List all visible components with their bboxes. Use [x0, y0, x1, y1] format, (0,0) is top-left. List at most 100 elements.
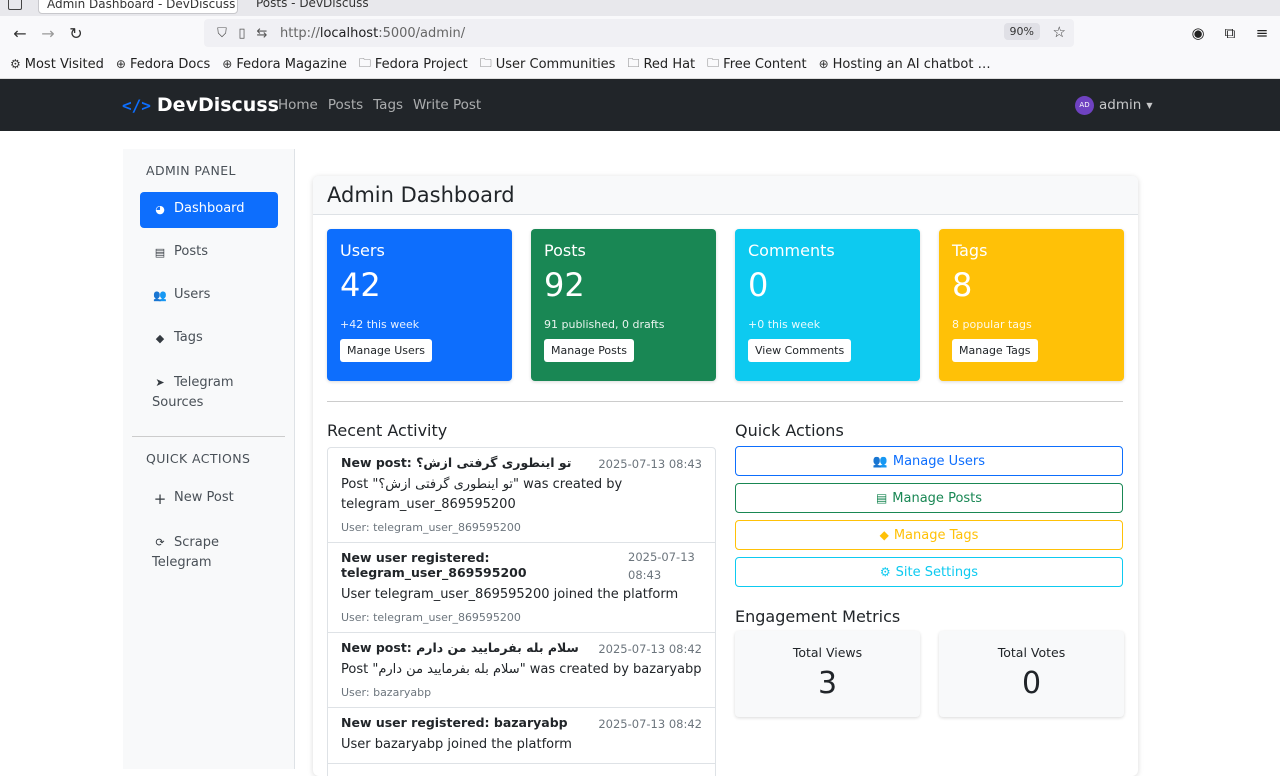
admin-sidebar: ADMIN PANEL ◕ Dashboard ▤ Posts 👥 Users … [123, 149, 295, 769]
brand-logo[interactable]: </> DevDiscuss [122, 94, 279, 116]
stat-subtext: 91 published, 0 drafts [544, 318, 665, 331]
activity-date: 2025-07-13 08:43 [628, 550, 695, 582]
view-comments-button[interactable]: View Comments [748, 339, 852, 362]
list-item[interactable]: New user registered: telegram_user_86959… [328, 543, 715, 633]
stat-card-posts: Posts 92 91 published, 0 drafts Manage P… [531, 229, 716, 381]
sidebar-item-label: Tags [174, 330, 203, 345]
pocket-icon[interactable]: ◉ [1188, 20, 1208, 46]
nav-link-home[interactable]: Home [278, 97, 318, 113]
bookmark-item[interactable]: 🗀 Fedora Project [359, 54, 468, 75]
quick-manage-users-button[interactable]: 👥 Manage Users [735, 446, 1123, 476]
bookmark-label: Red Hat [643, 56, 696, 72]
globe-icon: ⊕ [115, 57, 126, 71]
sidebar-item-label: New Post [174, 490, 234, 505]
stat-card-tags: Tags 8 8 popular tags Manage Tags [939, 229, 1124, 381]
quick-manage-posts-button[interactable]: ▤ Manage Posts [735, 483, 1123, 513]
username: admin [1099, 97, 1142, 113]
activity-user: User: bazaryabp [341, 686, 432, 699]
list-item[interactable]: New user registered: bazaryabp 2025-07-1… [328, 708, 715, 764]
zoom-level[interactable]: 90% [1003, 23, 1040, 40]
sidebar-item-label: ⟳ Scrape Telegram [152, 535, 219, 570]
tags-icon: ◆ [155, 332, 165, 345]
nav-link-tags[interactable]: Tags [373, 97, 403, 113]
activity-title: New post: سلام بله بفرمایید من دارم [341, 640, 579, 655]
window-icon[interactable] [8, 0, 22, 10]
metric-value: 0 [1021, 666, 1042, 701]
bookmark-item[interactable]: 🗀 Red Hat [627, 54, 695, 75]
manage-posts-button[interactable]: Manage Posts [544, 339, 634, 362]
sidebar-item-tags[interactable]: ◆ Tags [140, 321, 278, 357]
engagement-metrics-title: Engagement Metrics [735, 607, 901, 626]
list-item[interactable]: New post: تو اینطوری گرفتی ازش؟ 2025-07-… [328, 448, 715, 543]
forward-arrow-icon[interactable]: → [34, 19, 62, 47]
bookmark-item[interactable]: ⊕ Fedora Docs [116, 57, 210, 72]
sidebar-heading: ADMIN PANEL [146, 163, 236, 178]
gear-icon: ⚙ [10, 57, 21, 71]
folder-icon: 🗀 [707, 55, 720, 70]
bookmark-label: Fedora Project [374, 56, 468, 72]
user-menu[interactable]: AD admin ▼ [1075, 95, 1152, 115]
stat-title: Tags [952, 241, 988, 260]
page-icon[interactable]: ▯ [232, 26, 252, 41]
shield-icon[interactable]: ⛉ [212, 26, 232, 41]
users-icon: 👥 [153, 289, 167, 302]
metric-total-votes: Total Votes 0 [939, 631, 1124, 717]
stat-value: 42 [340, 266, 381, 304]
tags-icon: ◆ [879, 528, 889, 542]
bookmark-item[interactable]: ⊕ Fedora Magazine [222, 57, 347, 72]
folder-icon: 🗀 [627, 55, 640, 70]
list-item[interactable]: New post: سلام بله بفرمایید من دارم 2025… [328, 633, 715, 708]
stat-title: Users [340, 241, 385, 260]
site-settings-button[interactable]: ⚙ Site Settings [735, 557, 1123, 587]
url-text[interactable]: http://localhost:5000/admin/ [280, 26, 465, 41]
quick-manage-tags-button[interactable]: ◆ Manage Tags [735, 520, 1123, 550]
sidebar-item-scrape-telegram[interactable]: ⟳ Scrape Telegram [140, 524, 250, 582]
dashboard-card: Admin Dashboard Users 42 +42 this week M… [313, 176, 1138, 776]
manage-users-button[interactable]: Manage Users [340, 339, 432, 362]
bookmark-item[interactable]: ⚙ Most Visited [10, 57, 104, 72]
plus-icon: + [153, 490, 167, 508]
sidebar-item-label: Dashboard [174, 201, 245, 216]
stat-value: 92 [544, 266, 585, 304]
sidebar-item-new-post[interactable]: + New Post [140, 481, 278, 517]
activity-user: User: telegram_user_869595200 [341, 521, 521, 534]
sidebar-item-posts[interactable]: ▤ Posts [140, 235, 278, 271]
stat-subtext: 8 popular tags [952, 318, 1032, 331]
avatar: AD [1075, 95, 1094, 115]
back-arrow-icon[interactable]: ← [6, 19, 34, 47]
activity-body: Post "تو اینطوری گرفتی ازش؟" was created… [341, 477, 623, 512]
users-icon: 👥 [872, 454, 888, 468]
stat-title: Posts [544, 241, 586, 260]
bookmark-item[interactable]: ⊕ Hosting an AI chatbot … [819, 57, 991, 72]
permissions-icon[interactable]: ⇆ [252, 26, 272, 41]
url-bar[interactable]: ⛉ ▯ ⇆ http://localhost:5000/admin/ 90% ☆ [204, 19, 1074, 47]
browser-tab-strip: Admin Dashboard - DevDiscuss Posts - Dev… [0, 0, 1280, 16]
recent-activity-heading: Recent Activity [327, 421, 448, 440]
browser-tab-posts[interactable]: Posts - DevDiscuss [248, 0, 377, 14]
bookmark-item[interactable]: 🗀 Free Content [707, 54, 806, 75]
bookmark-item[interactable]: 🗀 User Communities [480, 54, 616, 75]
app-navbar: </> DevDiscuss Home Posts Tags Write Pos… [0, 79, 1280, 131]
stat-card-users: Users 42 +42 this week Manage Users [327, 229, 512, 381]
manage-tags-button[interactable]: Manage Tags [952, 339, 1038, 362]
sidebar-item-dashboard[interactable]: ◕ Dashboard [140, 192, 278, 228]
folder-icon: 🗀 [358, 55, 371, 70]
bookmark-label: User Communities [495, 56, 616, 72]
sidebar-item-label: Posts [174, 244, 208, 259]
browser-tab-active[interactable]: Admin Dashboard - DevDiscuss [38, 0, 238, 14]
nav-link-posts[interactable]: Posts [328, 97, 363, 113]
extensions-icon[interactable]: ⧉ [1220, 20, 1240, 46]
recent-activity-list: New post: تو اینطوری گرفتی ازش؟ 2025-07-… [327, 447, 716, 776]
bookmark-label: Hosting an AI chatbot … [832, 56, 991, 72]
reload-icon[interactable]: ↻ [62, 19, 90, 47]
nav-link-write-post[interactable]: Write Post [413, 97, 481, 113]
gauge-icon: ◕ [155, 203, 165, 216]
menu-icon[interactable]: ≡ [1252, 20, 1272, 46]
stat-value: 0 [748, 266, 769, 304]
sidebar-item-telegram-sources[interactable]: ➤ Telegram Sources [140, 364, 260, 422]
browser-toolbar: ← → ↻ ⛉ ▯ ⇆ http://localhost:5000/admin/… [0, 16, 1280, 50]
bookmark-star-icon[interactable]: ☆ [1053, 23, 1066, 41]
stat-subtext: +42 this week [340, 318, 420, 331]
activity-date: 2025-07-13 08:42 [598, 642, 702, 656]
sidebar-item-users[interactable]: 👥 Users [140, 278, 278, 314]
